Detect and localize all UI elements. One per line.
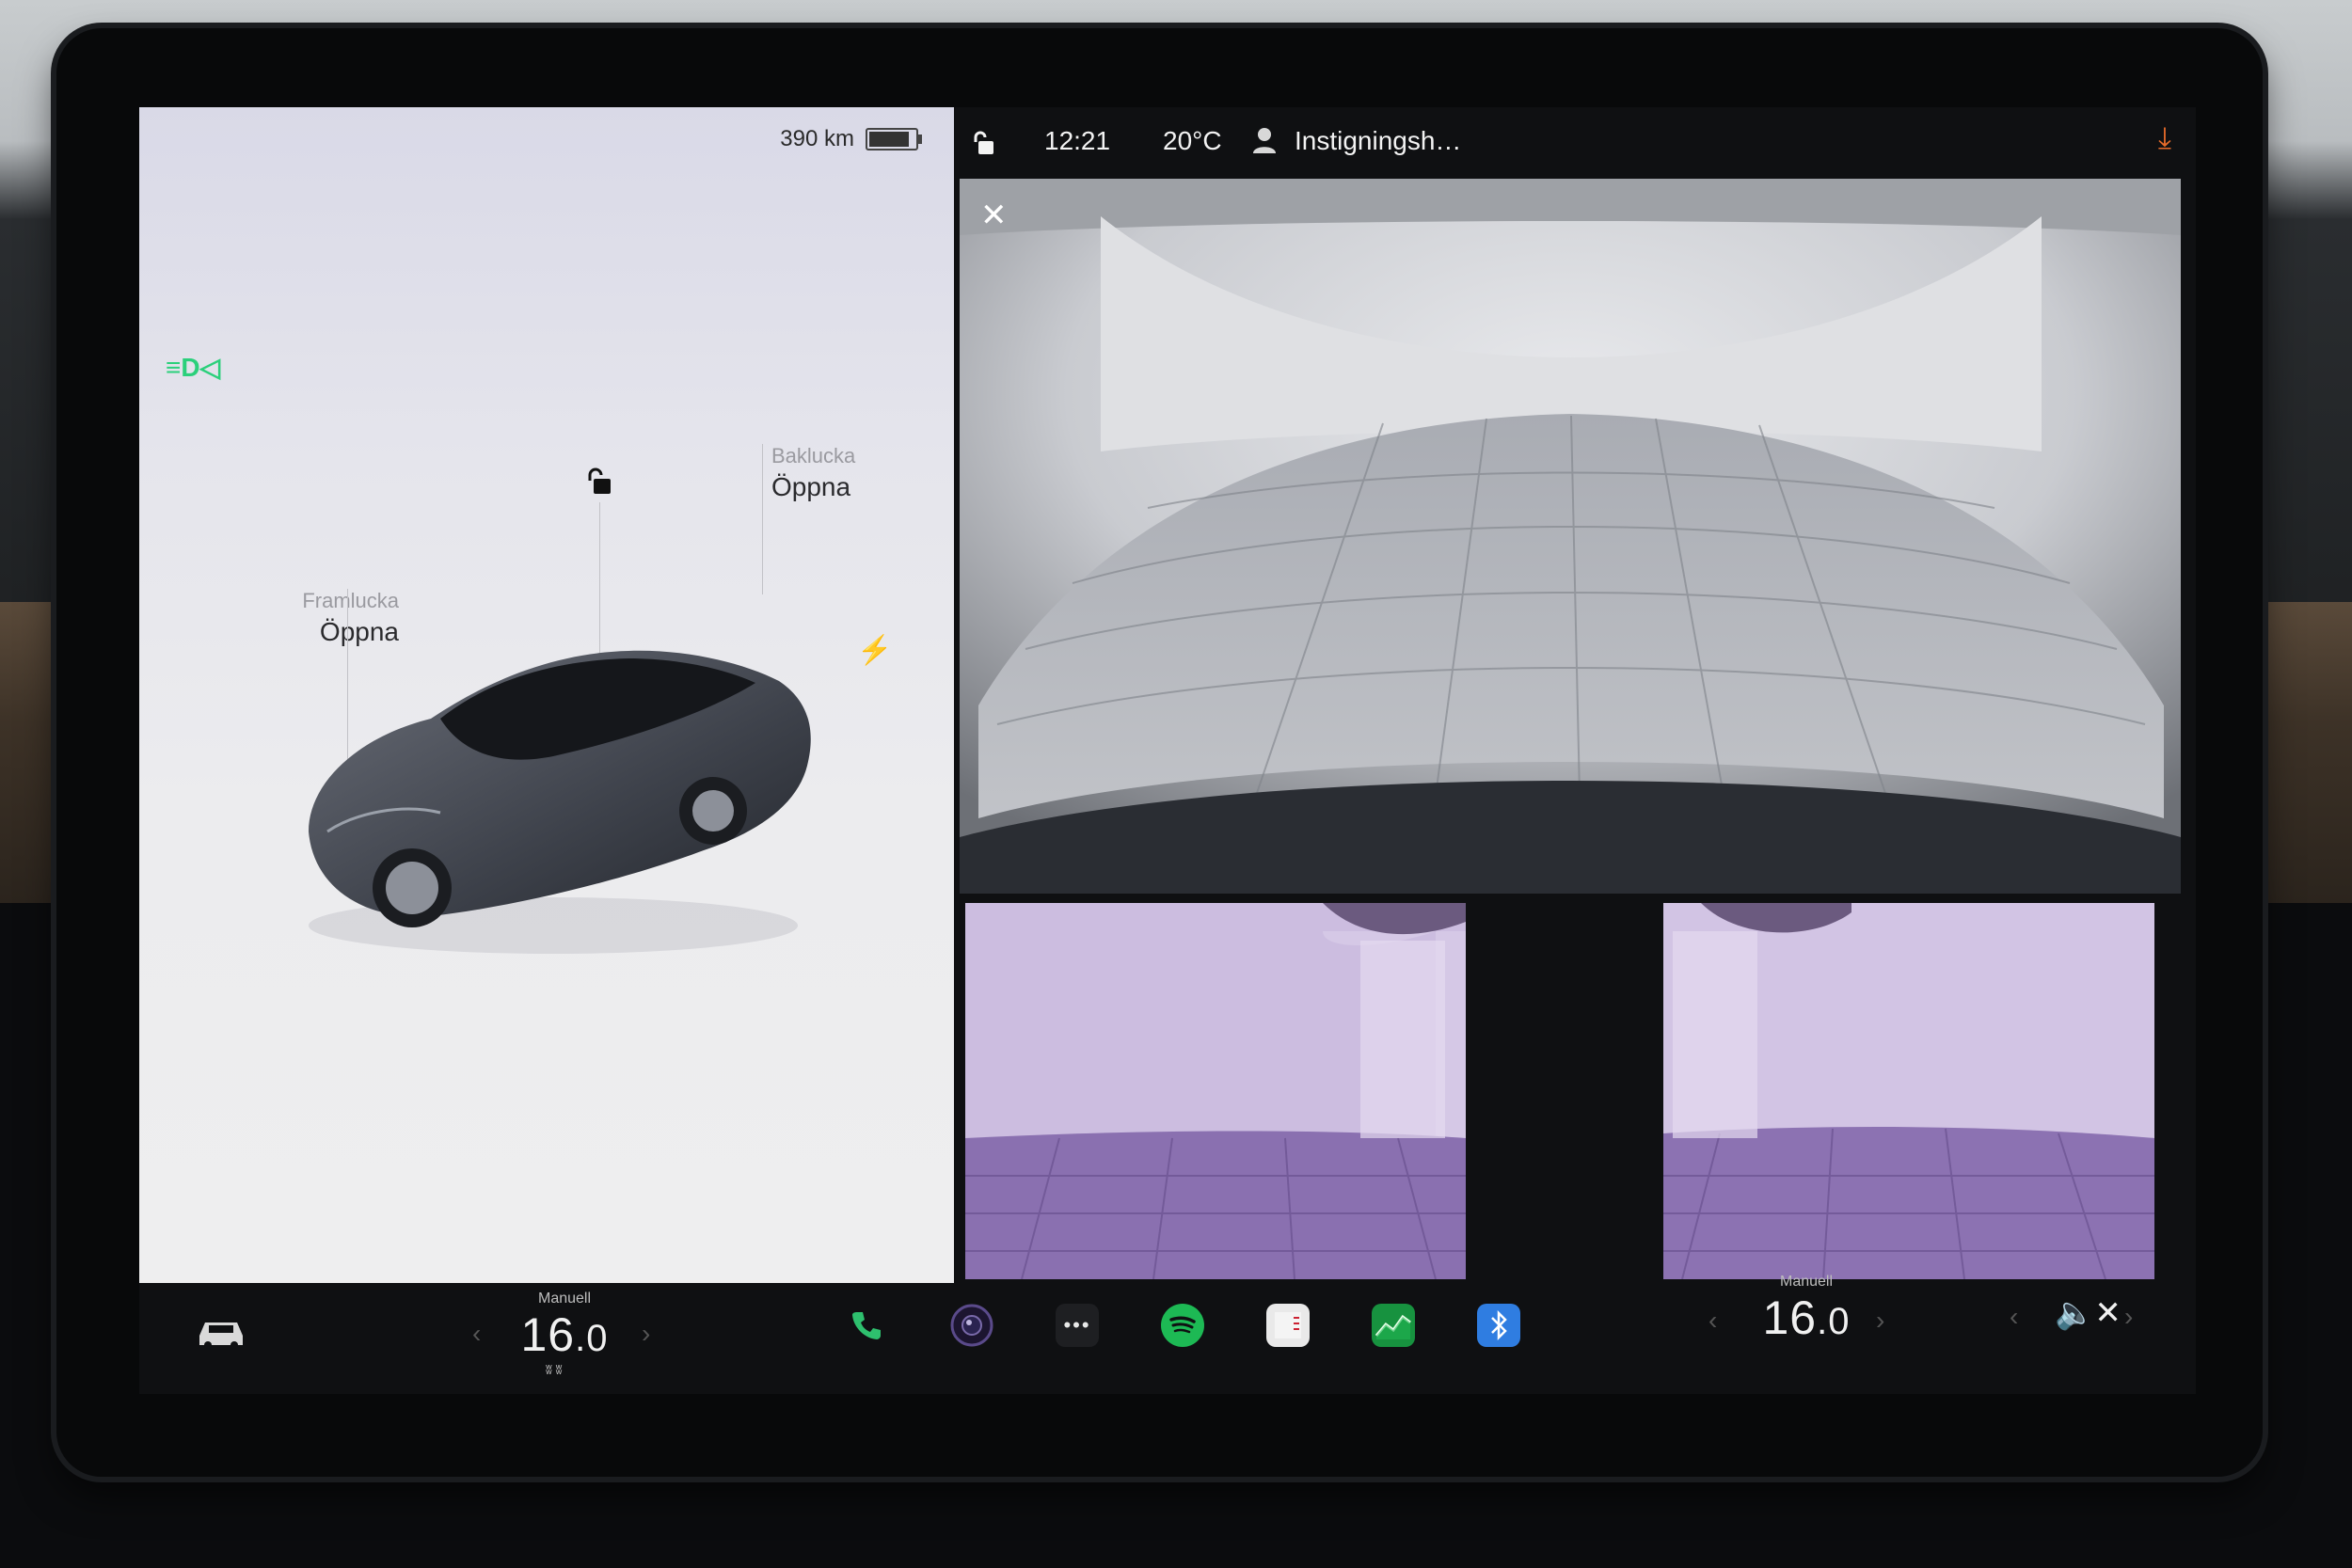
left-temp-down-button[interactable]: ‹ <box>472 1319 481 1349</box>
range-indicator: 390 km <box>780 126 922 152</box>
left-climate-mode: Manuell <box>537 1291 592 1307</box>
left-temp-whole: 16 <box>520 1308 576 1361</box>
left-temp-up-button[interactable]: › <box>642 1319 650 1349</box>
driver-profile[interactable]: Instigningsh… <box>1295 126 1461 156</box>
right-climate-control[interactable]: Manuell 16.0 <box>1750 1274 1863 1345</box>
rear-trunk-label[interactable]: Baklucka Öppna <box>771 444 855 502</box>
mute-icon[interactable]: 🔈✕ <box>2055 1294 2122 1332</box>
volume-up-button[interactable]: › <box>2124 1302 2133 1332</box>
bluetooth-icon[interactable] <box>1477 1304 1520 1347</box>
right-repeater-camera-view <box>1663 903 2154 1279</box>
right-temp-whole: 16 <box>1762 1291 1818 1344</box>
energy-icon[interactable] <box>1372 1304 1415 1347</box>
right-temp-decimal: .0 <box>1817 1301 1851 1342</box>
right-temp-down-button[interactable]: ‹ <box>1708 1306 1717 1336</box>
left-repeater-camera-image <box>965 903 1466 1279</box>
profile-icon[interactable] <box>1251 126 1278 154</box>
lock-status-icon[interactable] <box>973 130 995 156</box>
right-repeater-camera-image <box>1663 903 2154 1279</box>
volume-down-button[interactable]: ‹ <box>2010 1302 2018 1332</box>
battery-icon <box>866 128 922 150</box>
right-temperature: 16.0 <box>1750 1291 1863 1345</box>
seat-heater-icons[interactable]: ʬ ʬ <box>546 1362 562 1377</box>
unlock-icon[interactable] <box>586 467 612 496</box>
rear-camera-view: ✕ <box>960 179 2181 894</box>
charge-bolt-icon[interactable]: ⚡ <box>857 634 892 667</box>
bottom-dock: ‹ Manuell 16.0 › ʬ ʬ ••• ‹ Manuell 16.0 … <box>139 1274 2196 1394</box>
range-value: 390 km <box>780 126 854 151</box>
left-climate-control[interactable]: Manuell 16.0 <box>508 1291 621 1362</box>
car-status-panel: 390 km ≡D◁ Baklucka Öppna Framlucka Öppn… <box>139 107 954 1283</box>
camera-icon[interactable] <box>950 1304 993 1347</box>
close-camera-button[interactable]: ✕ <box>980 199 1008 231</box>
rear-trunk-name: Baklucka <box>771 444 856 467</box>
rear-camera-image <box>960 179 2181 894</box>
headlight-icon[interactable]: ≡D◁ <box>166 352 220 383</box>
car-model-image <box>309 650 811 954</box>
calendar-icon[interactable] <box>1266 1304 1310 1347</box>
outside-temperature: 20°C <box>1163 126 1222 155</box>
left-temp-decimal: .0 <box>575 1318 609 1359</box>
clock: 12:21 <box>1044 126 1111 155</box>
spotify-icon[interactable] <box>1161 1304 1204 1347</box>
rear-trunk-leader-line <box>762 444 763 594</box>
left-repeater-camera-view <box>965 903 1466 1279</box>
touchscreen: 390 km ≡D◁ Baklucka Öppna Framlucka Öppn… <box>139 107 2196 1394</box>
status-bar: 12:21 20°C Instigningsh… ⤓ <box>954 107 2196 179</box>
phone-icon[interactable] <box>845 1304 888 1347</box>
software-update-icon[interactable]: ⤓ <box>2158 120 2171 156</box>
right-temp-up-button[interactable]: › <box>1876 1306 1884 1336</box>
battery-fill <box>869 132 909 147</box>
left-temperature: 16.0 <box>508 1307 621 1362</box>
right-climate-mode: Manuell <box>1779 1274 1834 1290</box>
rear-trunk-open-button[interactable]: Öppna <box>771 472 855 502</box>
car-icon[interactable] <box>194 1313 248 1351</box>
more-icon[interactable]: ••• <box>1056 1304 1099 1347</box>
